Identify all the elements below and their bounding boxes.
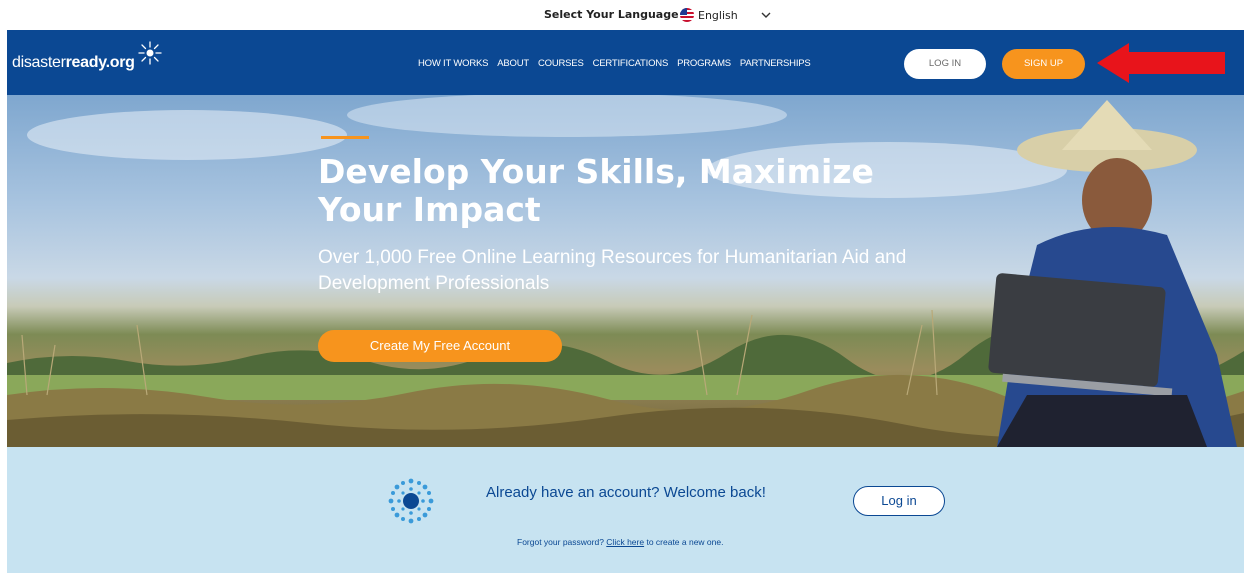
hero-subheadline: Over 1,000 Free Online Learning Resource… [318, 247, 907, 294]
site-logo[interactable]: disasterready.org [12, 54, 135, 72]
logo-prefix: disaster [12, 54, 66, 71]
us-flag-icon[interactable] [680, 8, 694, 22]
menu-courses[interactable]: COURSES [538, 58, 584, 69]
forgot-password-link[interactable]: Click here [606, 537, 644, 547]
welcome-back-title: Already have an account? Welcome back! [486, 484, 766, 501]
language-bar: Select Your Language English [0, 0, 1249, 30]
language-label: Select Your Language [544, 8, 679, 21]
language-select[interactable]: English [698, 9, 738, 22]
signup-button[interactable]: SIGN UP [1002, 49, 1085, 79]
sunburst-logo-icon [137, 40, 163, 71]
hero-headline: Develop Your Skills, Maximize Your Impac… [318, 152, 874, 229]
menu-about[interactable]: ABOUT [497, 58, 529, 69]
forgot-password-text: Forgot your password? Click here to crea… [517, 537, 723, 547]
red-arrow-left-icon [1097, 43, 1232, 88]
secondary-login-button[interactable]: Log in [853, 486, 945, 516]
hero-banner: Develop Your Skills, Maximize Your Impac… [7, 95, 1244, 447]
sunburst-icon [383, 473, 439, 534]
chevron-down-icon[interactable] [760, 8, 772, 26]
logo-bold: ready.org [65, 54, 135, 71]
menu-partnerships[interactable]: PARTNERSHIPS [740, 58, 811, 69]
menu-certifications[interactable]: CERTIFICATIONS [593, 58, 669, 69]
headline-accent-line [321, 136, 369, 139]
forgot-suffix: to create a new one. [644, 537, 724, 547]
top-navigation: disasterready.org HOW IT WORKS ABOUT COU… [7, 30, 1244, 95]
create-account-button[interactable]: Create My Free Account [318, 330, 562, 362]
menu-programs[interactable]: PROGRAMS [677, 58, 731, 69]
person-with-laptop-illustration [988, 100, 1237, 447]
login-button[interactable]: LOG IN [904, 49, 986, 79]
menu-how-it-works[interactable]: HOW IT WORKS [418, 58, 488, 69]
main-menu: HOW IT WORKS ABOUT COURSES CERTIFICATION… [418, 58, 811, 69]
forgot-prefix: Forgot your password? [517, 537, 607, 547]
welcome-back-section: Already have an account? Welcome back! L… [7, 447, 1244, 573]
